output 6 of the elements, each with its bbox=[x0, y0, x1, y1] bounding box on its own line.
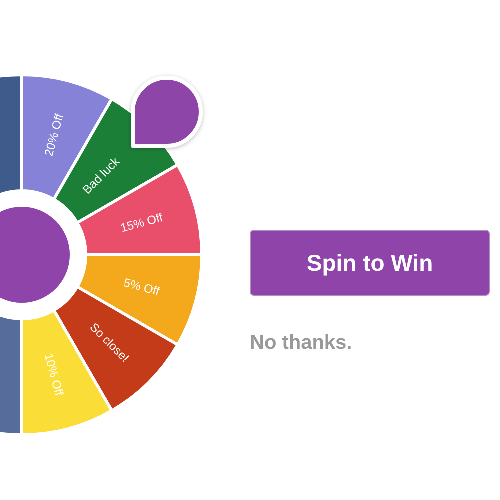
segment-label: Bad luck bbox=[80, 154, 122, 198]
segment-label: 20% Off bbox=[42, 112, 66, 158]
spin-button[interactable]: Spin to Win bbox=[250, 230, 490, 296]
segment-label: 5% Off bbox=[122, 276, 162, 299]
segment-label: 10% Off bbox=[42, 352, 66, 398]
segment-label: 15% Off bbox=[119, 210, 164, 236]
